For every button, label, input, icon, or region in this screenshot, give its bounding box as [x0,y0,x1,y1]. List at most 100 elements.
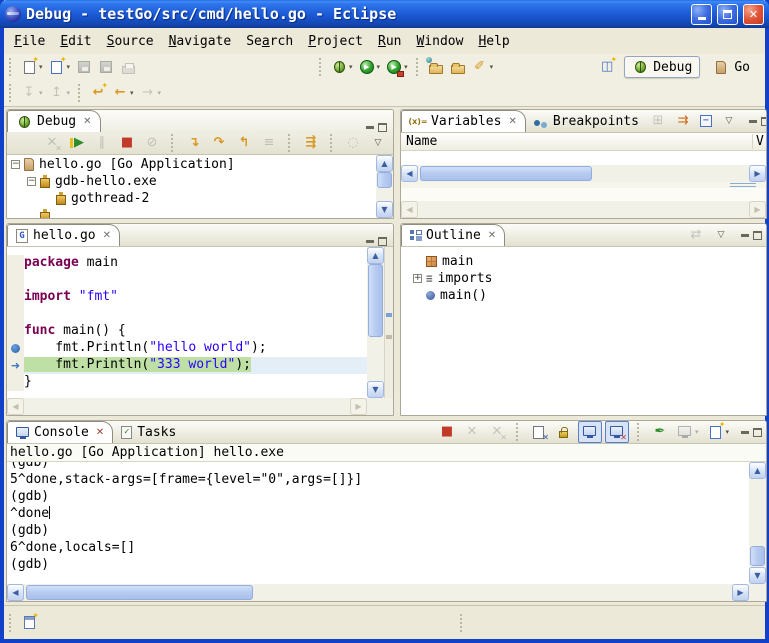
menu-item-source[interactable]: Source [101,31,163,52]
variables-column-header[interactable]: Name V [401,133,766,151]
code-text[interactable]: func main() { [24,323,367,340]
tab-console[interactable]: Console ✕ [7,421,113,443]
detail-pane-hscrollbar[interactable]: ◀ ▶ [401,201,766,218]
tab-debug[interactable]: Debug ✕ [7,110,101,132]
previous-annotation-button[interactable]: ↥▾ [46,82,74,104]
new-wizard-button[interactable]: ✦▾ [18,56,46,78]
show-logical-structure-button[interactable]: ⇉ [672,110,694,132]
disconnect-button[interactable]: ⊘ [141,132,163,154]
step-filters-button[interactable]: ≡ [258,132,280,154]
tree-row[interactable]: −hello.go [Go Application] [7,156,376,173]
tree-row[interactable]: gothread-2 [7,190,376,207]
toolbar-drag-handle[interactable] [9,58,13,76]
scroll-right-icon[interactable]: ▶ [732,584,749,601]
back-button[interactable]: ←▾ [109,82,137,104]
console-text[interactable]: (gdb)5^done,stack-args=[frame={level="0"… [7,462,749,574]
editor-vscrollbar[interactable]: ▲ ▼ [367,247,384,398]
scroll-down-icon[interactable]: ▼ [376,201,393,218]
toolbar-drag-handle[interactable] [78,84,82,102]
editor-hscrollbar[interactable]: ◀ ▶ [7,398,367,415]
external-tools-button[interactable]: ▾ [383,56,411,78]
debug-misc-button[interactable]: ◌ [342,132,364,154]
clear-console-button[interactable]: ✕ [528,421,550,443]
open-folder-button[interactable] [447,56,469,78]
variables-detail-pane[interactable] [401,188,766,201]
maximize-view-icon[interactable] [378,123,387,132]
menu-item-window[interactable]: Window [410,31,472,52]
variables-table[interactable] [401,151,766,165]
scroll-left-icon[interactable]: ◀ [401,165,418,182]
debug-tree-scrollbar[interactable]: ▲ ▼ [376,155,393,218]
code-text[interactable]: import "fmt" [24,289,367,306]
maximize-view-icon[interactable] [378,237,387,246]
tab-tasks[interactable]: Tasks [113,421,184,443]
code-text[interactable] [24,306,367,323]
variables-hscrollbar[interactable]: ◀ ▶ [401,165,766,182]
scroll-left-icon[interactable]: ◀ [401,201,418,218]
tree-expander-icon[interactable]: − [27,177,36,186]
save-all-button[interactable] [95,56,117,78]
pointer-gutter[interactable]: ➜ [7,357,24,374]
code-text[interactable]: } [24,374,367,391]
menu-item-search[interactable]: Search [240,31,302,52]
suspend-button[interactable]: ∥ [91,132,113,154]
scroll-up-icon[interactable]: ▲ [376,155,393,172]
scroll-thumb[interactable] [750,546,765,566]
scroll-down-icon[interactable]: ▼ [367,381,384,398]
step-return-button[interactable]: ↰ [233,132,255,154]
scroll-thumb[interactable] [368,264,383,337]
breakpoint-gutter[interactable] [7,340,24,357]
menu-item-navigate[interactable]: Navigate [163,31,241,52]
pin-console-button[interactable]: ✒ [649,421,671,443]
forward-button[interactable]: →▾ [137,82,165,104]
step-into-button[interactable]: ↴ [183,132,205,154]
minimize-button[interactable] [691,4,712,25]
view-menu-button[interactable]: ▽ [710,224,732,246]
menu-item-project[interactable]: Project [302,31,372,52]
tree-row[interactable]: +≡imports [409,270,766,287]
minimize-view-icon[interactable] [366,240,374,243]
last-edit-location-button[interactable]: ↩✦ [87,82,109,104]
close-button[interactable]: ✕ [743,4,764,25]
close-tab-icon[interactable]: ✕ [83,116,91,127]
collapse-all-button[interactable]: − [697,110,715,132]
code-text[interactable] [24,272,367,289]
scroll-lock-button[interactable] [553,421,575,443]
annotate-button[interactable]: ✐▾ [469,56,497,78]
step-over-button[interactable]: ↷ [208,132,230,154]
debug-button[interactable]: ▾ [328,56,356,78]
close-tab-icon[interactable]: ✕ [96,427,104,438]
code-text[interactable]: package main [24,255,367,272]
menu-item-help[interactable]: Help [472,31,518,52]
remove-all-launches-button[interactable]: ✕✕ [486,421,508,443]
open-resource-button[interactable] [425,56,447,78]
display-console-button[interactable]: ▾ [674,421,702,443]
maximize-button[interactable] [717,4,738,25]
terminate-button[interactable]: ■ [116,132,138,154]
tree-expander-icon[interactable]: + [413,274,422,283]
menu-item-file[interactable]: File [8,31,54,52]
scroll-right-icon[interactable]: ▶ [350,398,367,415]
maximize-view-icon[interactable] [753,428,762,437]
tab-variables[interactable]: (x)= Variables ✕ [401,110,526,132]
tree-expander-icon[interactable]: − [11,160,20,169]
close-tab-icon[interactable]: ✕ [508,116,516,127]
remove-launch-button[interactable]: ✕ [461,421,483,443]
close-tab-icon[interactable]: ✕ [103,230,111,241]
code-text[interactable]: fmt.Println("333 world"); [24,357,367,374]
minimize-view-icon[interactable] [741,234,749,237]
console-hscrollbar[interactable]: ◀ ▶ [7,584,749,601]
scroll-right-icon[interactable]: ▶ [749,165,766,182]
console-terminate-button[interactable]: ■ [436,421,458,443]
tree-row[interactable] [7,207,376,218]
close-tab-icon[interactable]: ✕ [488,230,496,241]
minimize-view-icon[interactable] [749,120,757,123]
tree-row[interactable]: −gdb-hello.exe [7,173,376,190]
fast-view-button[interactable]: ✦ [18,612,40,634]
statusbar-drag-handle[interactable] [460,614,464,632]
scroll-thumb[interactable] [420,166,592,181]
scroll-right-icon[interactable]: ▶ [749,201,766,218]
scroll-up-icon[interactable]: ▲ [367,247,384,264]
menu-item-edit[interactable]: Edit [54,31,100,52]
maximize-view-icon[interactable] [753,231,762,240]
